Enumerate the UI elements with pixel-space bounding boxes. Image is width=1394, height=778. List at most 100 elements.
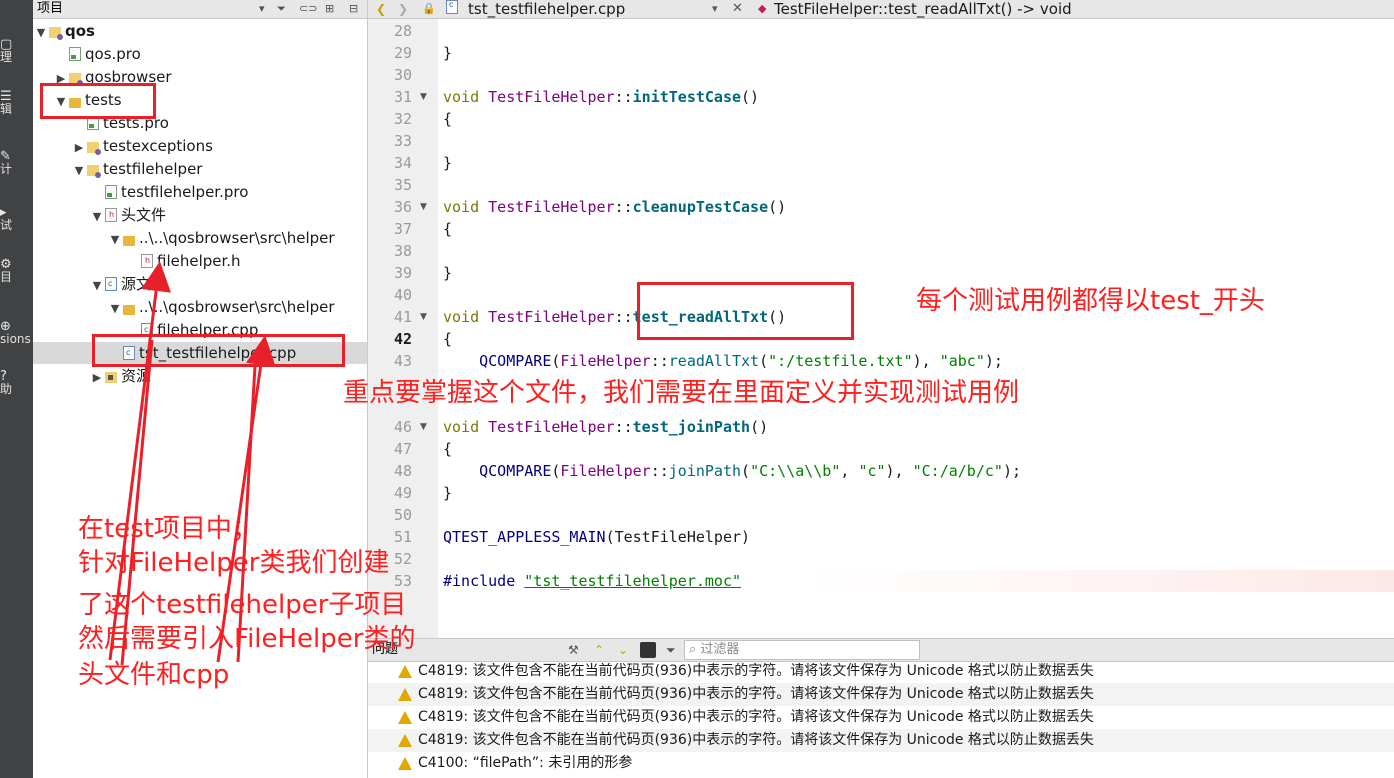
function-icon: ◆	[758, 2, 767, 15]
split-icon[interactable]: ⊞	[325, 0, 334, 18]
warning-filter-icon[interactable]	[640, 642, 656, 658]
tree-item-headers[interactable]: ▼ 头文件	[89, 204, 166, 226]
line-number: 51	[393, 528, 412, 546]
mode-projects[interactable]: ⚙ 目	[0, 257, 33, 285]
annotation-test-prefix: 每个测试用例都得以test_开头	[916, 286, 1265, 316]
chevron-down-icon[interactable]: ▼	[89, 206, 105, 228]
tree-item-label: 头文件	[121, 206, 167, 224]
dropdown-icon[interactable]: ▾	[259, 0, 265, 18]
line-number: 49	[393, 484, 412, 502]
resource-folder-icon	[105, 372, 117, 383]
chevron-down-icon[interactable]: ▼	[71, 160, 87, 182]
mode-label: 试	[0, 218, 13, 232]
line-number: 28	[393, 22, 412, 40]
chevron-right-icon[interactable]: ▶	[71, 137, 87, 159]
mode-debug[interactable]: ▸ 试	[0, 205, 33, 233]
code-editor[interactable]: ❮ ❯ 🔒 tst_testfilehelper.cpp ▾ ✕ ◆ TestF…	[368, 0, 1394, 638]
warning-icon	[398, 688, 412, 701]
filter-icon[interactable]: ⏷	[666, 639, 676, 661]
file-tab[interactable]: tst_testfilehelper.cpp	[468, 0, 625, 18]
fold-icon[interactable]: ▼	[420, 196, 427, 218]
annotation-key-file: 重点要掌握这个文件，我们需要在里面定义并实现测试用例	[343, 378, 1020, 408]
projects-icon: ⚙	[0, 257, 12, 272]
close-panel-icon[interactable]: ⊟	[349, 0, 358, 18]
tree-item-qos[interactable]: ▼ qos	[33, 20, 95, 42]
code-line: {	[443, 330, 453, 348]
tree-item-header-dir[interactable]: ▼ ..\..\qosbrowser\src\helper	[107, 227, 335, 249]
chevron-down-icon[interactable]: ⌄	[618, 639, 628, 661]
warning-icon	[398, 757, 412, 770]
line-number: 35	[393, 176, 412, 194]
design-icon: ✎	[0, 149, 11, 164]
debug-icon: ▸	[0, 205, 7, 220]
line-number: 30	[393, 66, 412, 84]
issues-panel: 问题 ⚒ ⌃ ⌄ ⏷ ⌕ 过滤器 C4819: 该文件包含不能在当前代码页(93…	[368, 638, 1394, 778]
mode-design[interactable]: ✎ 计	[0, 149, 33, 177]
forward-icon[interactable]: ❯	[398, 0, 408, 18]
line-number: 37	[393, 220, 412, 238]
tree-item-label: qos	[65, 22, 95, 40]
chevron-up-icon[interactable]: ⌃	[594, 639, 604, 661]
annotation-line: 了这个testfilehelper子项目	[78, 590, 407, 620]
tree-item-testfilehelper[interactable]: ▼ testfilehelper	[71, 158, 202, 180]
function-crumb[interactable]: TestFileHelper::test_readAllTxt() -> voi…	[774, 0, 1072, 18]
annotation-line: 头文件和cpp	[78, 660, 230, 690]
issue-row[interactable]: C4100: “filePath”: 未引用的形参	[368, 752, 1394, 775]
link-icon[interactable]: ⊂⊃	[299, 0, 317, 18]
tree-item-qos-pro[interactable]: qos.pro	[53, 43, 141, 65]
tree-item-label: filehelper.h	[157, 252, 241, 270]
fold-icon[interactable]: ▼	[420, 416, 427, 438]
annotation-line: 然后需要引入FileHelper类的	[78, 624, 416, 654]
editor-toolbar: ❮ ❯ 🔒 tst_testfilehelper.cpp ▾ ✕ ◆ TestF…	[368, 0, 1394, 19]
tree-item-testexceptions[interactable]: ▶ testexceptions	[71, 135, 213, 157]
folder-icon	[123, 305, 135, 315]
chevron-right-icon[interactable]: ▶	[89, 367, 105, 389]
tree-item-testfilehelper-pro[interactable]: testfilehelper.pro	[89, 181, 248, 203]
highlight-box-test-function	[637, 282, 854, 340]
issue-row[interactable]: C4819: 该文件包含不能在当前代码页(936)中表示的字符。请将该文件保存为…	[368, 683, 1394, 706]
line-number: 48	[393, 462, 412, 480]
fold-icon[interactable]: ▼	[420, 86, 427, 108]
back-icon[interactable]: ❮	[376, 0, 386, 18]
chevron-down-icon[interactable]: ▼	[107, 229, 123, 251]
highlight-box-tst-file	[92, 334, 345, 367]
tree-item-label: ..\..\qosbrowser\src\helper	[139, 298, 335, 316]
line-number: 50	[393, 506, 412, 524]
mode-help[interactable]: ? 助	[0, 369, 33, 397]
fold-icon[interactable]: ▼	[420, 306, 427, 328]
current-line-number: 42	[393, 330, 412, 348]
annotation-line: 在test项目中；	[78, 514, 258, 544]
chevron-down-icon[interactable]: ▼	[107, 298, 123, 320]
chevron-down-icon[interactable]: ▼	[89, 275, 105, 297]
file-dropdown-icon[interactable]: ▾	[712, 0, 718, 18]
code-line: }	[443, 44, 453, 62]
help-icon: ?	[0, 369, 7, 384]
tree-item-resources[interactable]: ▶ 资源	[89, 365, 151, 387]
extensions-icon: ⊕	[0, 319, 11, 334]
line-number: 41	[393, 308, 412, 326]
code-line: void TestFileHelper::cleanupTestCase()	[443, 198, 787, 216]
code-line: void TestFileHelper::test_joinPath()	[443, 418, 769, 436]
tree-item-source-dir[interactable]: ▼ ..\..\qosbrowser\src\helper	[107, 296, 335, 318]
chevron-down-icon[interactable]: ▼	[33, 22, 49, 44]
mode-extensions[interactable]: ⊕ sions	[0, 319, 33, 347]
issues-toolbar: 问题 ⚒ ⌃ ⌄ ⏷ ⌕ 过滤器	[368, 638, 1394, 662]
build-icon[interactable]: ⚒	[568, 639, 579, 661]
issue-row[interactable]: C4819: 该文件包含不能在当前代码页(936)中表示的字符。请将该文件保存为…	[368, 660, 1394, 683]
mode-label: sions	[0, 332, 31, 346]
tree-item-sources[interactable]: ▼ 源文件	[89, 273, 166, 295]
warning-icon	[398, 734, 412, 747]
tree-item-filehelper-h[interactable]: filehelper.h	[125, 250, 241, 272]
filter-icon[interactable]: ⏷	[277, 0, 286, 18]
close-file-icon[interactable]: ✕	[732, 0, 743, 18]
mode-edit[interactable]: ☰ 辑	[0, 90, 33, 117]
issue-row[interactable]: C4819: 该文件包含不能在当前代码页(936)中表示的字符。请将该文件保存为…	[368, 706, 1394, 729]
mode-welcome[interactable]: ▢ 理	[0, 37, 33, 65]
issues-filter-input[interactable]: ⌕ 过滤器	[684, 640, 920, 660]
welcome-icon: ▢	[0, 37, 13, 52]
tree-item-label: qos.pro	[85, 45, 141, 63]
mode-sidebar: ▢ 理 ☰ 辑 ✎ 计 ▸ 试 ⚙ 目 ⊕ sions ? 助	[0, 0, 33, 778]
tree-item-label: testexceptions	[103, 137, 213, 155]
issue-row[interactable]: C4819: 该文件包含不能在当前代码页(936)中表示的字符。请将该文件保存为…	[368, 729, 1394, 752]
code-line: }	[443, 264, 453, 282]
